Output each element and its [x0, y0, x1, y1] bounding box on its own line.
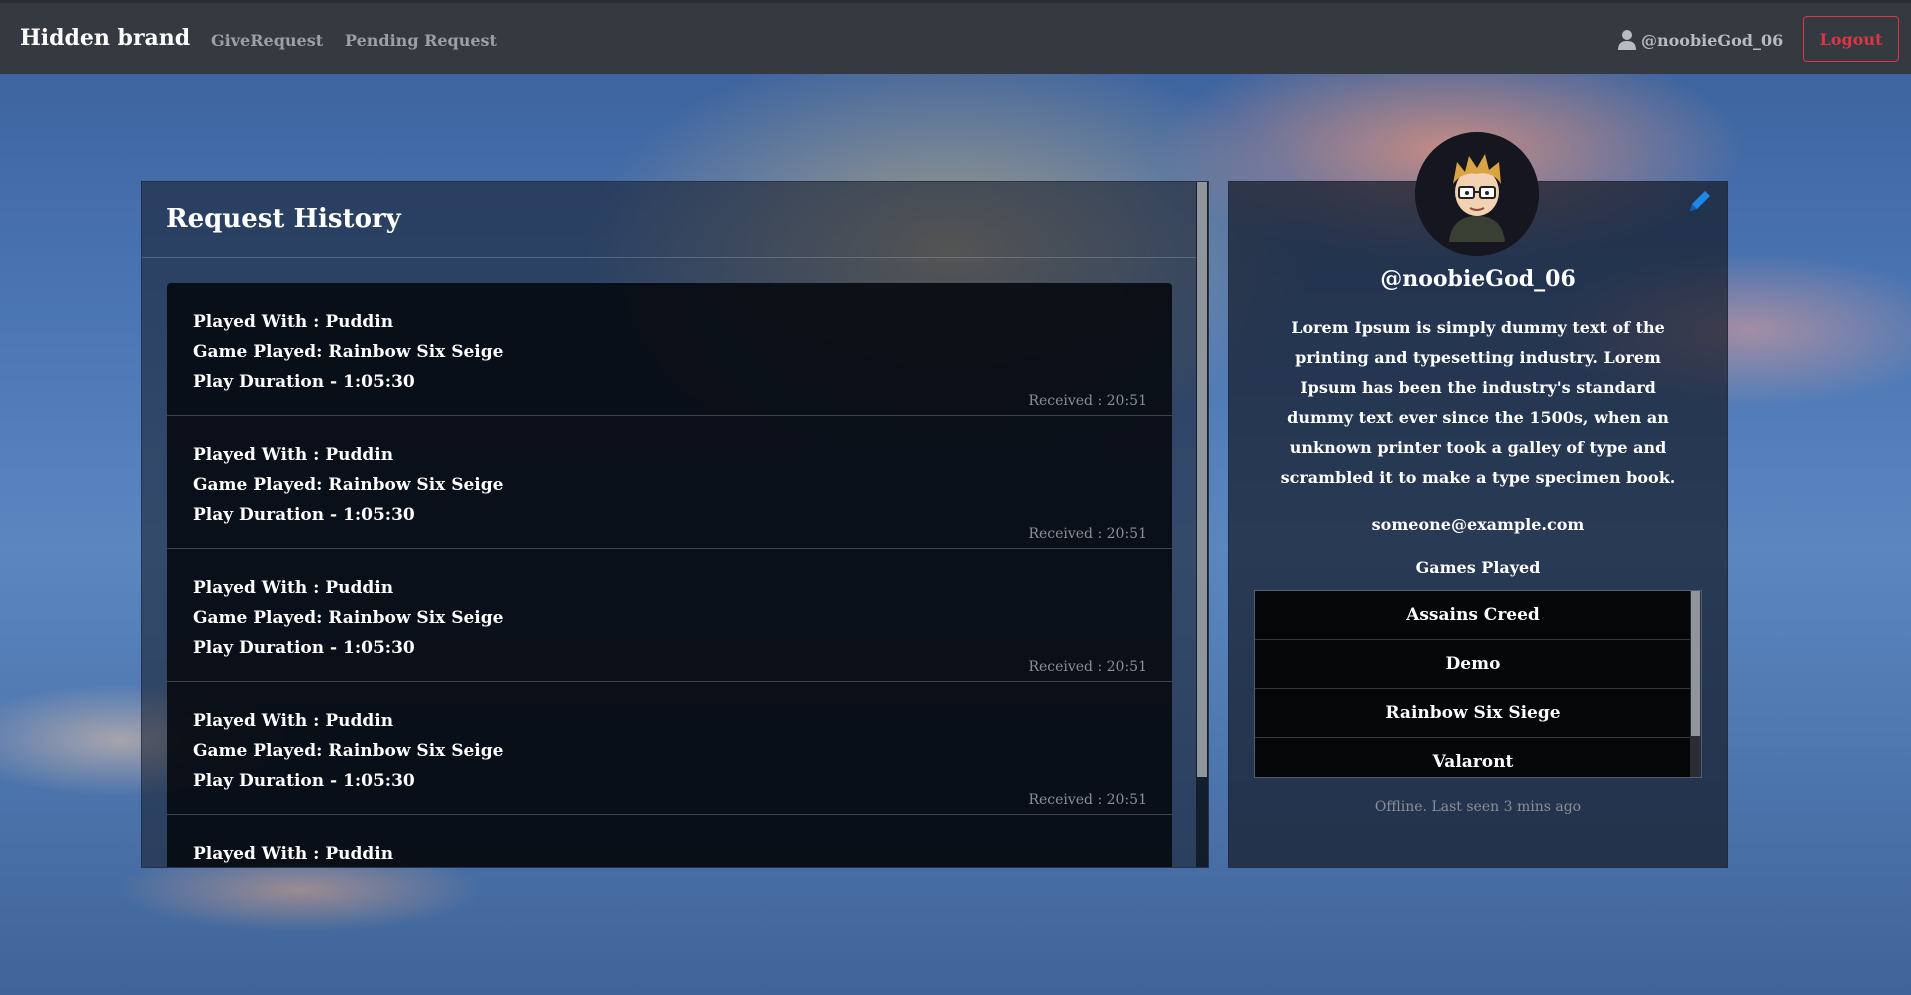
play-duration: Play Duration - 1:05:30: [193, 638, 415, 658]
game-item-rainbow-six-siege[interactable]: Rainbow Six Siege: [1255, 689, 1691, 738]
list-item: Played With : Puddin Game Played: Rainbo…: [167, 416, 1172, 549]
history-title: Request History: [166, 204, 401, 234]
list-item: Played With : Puddin Game Played: Rainbo…: [167, 682, 1172, 815]
received-time: Received : 20:51: [1028, 792, 1147, 808]
played-with: Played With : Puddin: [193, 711, 394, 731]
game-item-demo[interactable]: Demo: [1255, 640, 1691, 689]
play-duration: Play Duration - 1:05:30: [193, 372, 415, 392]
list-item: Played With : Puddin Game Played: Rainbo…: [167, 549, 1172, 682]
profile-bio: Lorem Ipsum is simply dummy text of the …: [1280, 318, 1676, 487]
games-played-title: Games Played: [1415, 558, 1541, 577]
navbar: Hidden brand GiveRequest Pending Request…: [0, 0, 1911, 74]
avatar-image: [1415, 132, 1539, 256]
played-with: Played With : Puddin: [193, 312, 394, 332]
games-list: Assains Creed Demo Rainbow Six Siege Val…: [1254, 590, 1702, 778]
game-played: Game Played: Rainbow Six Seige: [193, 608, 504, 628]
history-scrollbar[interactable]: [1196, 182, 1208, 867]
online-status: Offline. Last seen 3 mins ago: [1374, 799, 1582, 815]
play-duration: Play Duration - 1:05:30: [193, 771, 415, 791]
game-played: Game Played: Rainbow Six Seige: [193, 475, 504, 495]
received-time: Received : 20:51: [1028, 393, 1147, 409]
received-time: Received : 20:51: [1028, 659, 1147, 675]
game-item-valaront[interactable]: Valaront: [1255, 738, 1691, 777]
history-divider: [142, 257, 1198, 258]
profile-username: @noobieGod_06: [1380, 266, 1576, 292]
games-scrollbar-thumb[interactable]: [1691, 591, 1700, 736]
nav-give-request[interactable]: GiveRequest: [211, 31, 323, 50]
play-duration: Play Duration - 1:05:30: [193, 505, 415, 525]
logout-button[interactable]: Logout: [1803, 16, 1899, 62]
game-item-assains-creed[interactable]: Assains Creed: [1255, 591, 1691, 640]
navbar-username: @noobieGod_06: [1641, 30, 1784, 50]
request-history-panel: Request History Played With : Puddin Gam…: [141, 181, 1209, 868]
received-time: Received : 20:51: [1028, 526, 1147, 542]
played-with: Played With : Puddin: [193, 844, 394, 864]
game-played: Game Played: Rainbow Six Seige: [193, 342, 504, 362]
user-menu[interactable]: @noobieGod_06: [1617, 29, 1783, 51]
pencil-icon[interactable]: [1687, 188, 1713, 214]
history-scrollbar-thumb[interactable]: [1197, 182, 1207, 777]
brand-logo[interactable]: Hidden brand: [20, 25, 190, 51]
games-scrollbar[interactable]: [1690, 591, 1701, 777]
profile-email: someone@example.com: [1371, 515, 1585, 534]
request-list: Played With : Puddin Game Played: Rainbo…: [167, 283, 1172, 867]
played-with: Played With : Puddin: [193, 578, 394, 598]
avatar: [1415, 132, 1539, 256]
played-with: Played With : Puddin: [193, 445, 394, 465]
nav-pending-request[interactable]: Pending Request: [345, 31, 497, 50]
game-played: Game Played: Rainbow Six Seige: [193, 741, 504, 761]
user-icon: [1618, 30, 1636, 50]
list-item: Played With : Puddin Game Played: Rainbo…: [167, 283, 1172, 416]
list-item: Played With : Puddin: [167, 815, 1172, 867]
